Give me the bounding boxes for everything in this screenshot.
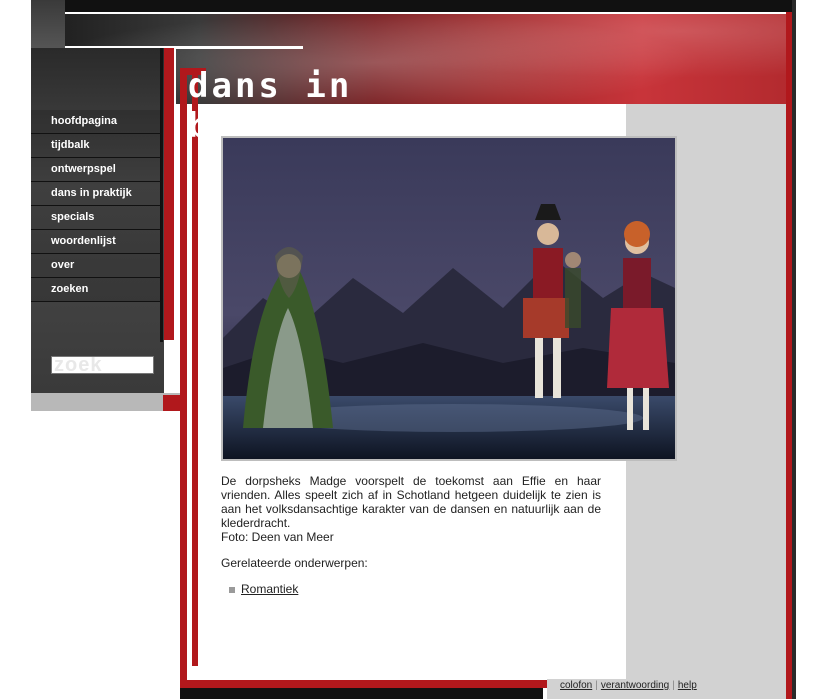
search-input[interactable]: zoek [51, 356, 154, 374]
nav-item-tijdbalk[interactable]: tijdbalk [31, 134, 161, 158]
photo-credit: Foto: Deen van Meer [221, 530, 334, 544]
nav-item-woordenlijst[interactable]: woordenlijst [31, 230, 161, 254]
sidebar-accent-bar [163, 395, 181, 411]
footer-links: colofon | verantwoording | help [560, 680, 697, 691]
sidebar-divider [174, 48, 176, 340]
sidebar-footer [31, 393, 181, 411]
sidebar-accent-bar [164, 48, 174, 340]
photo-caption: De dorpsheks Madge voorspelt de toekomst… [221, 474, 601, 530]
header-divider [63, 12, 795, 14]
footer-separator: | [595, 680, 598, 691]
nav-item-over[interactable]: over [31, 254, 161, 278]
footer-link-help[interactable]: help [678, 680, 697, 691]
nav-item-dans-in-praktijk[interactable]: dans in praktijk [31, 182, 161, 206]
footer-separator: | [672, 680, 675, 691]
bottom-border [180, 688, 543, 699]
bottom-accent-bar [180, 680, 547, 688]
bullet-icon [229, 586, 235, 593]
nav-item-zoeken[interactable]: zoeken [31, 278, 161, 302]
sidebar-top-strip [31, 0, 65, 48]
nav-item-specials[interactable]: specials [31, 206, 161, 230]
footer-link-verantwoording[interactable]: verantwoording [601, 680, 669, 691]
related-topics-heading: Gerelateerde onderwerpen: [221, 556, 368, 570]
main-nav: hoofdpagina tijdbalk ontwerpspel dans in… [31, 110, 161, 302]
nav-item-ontwerpspel[interactable]: ontwerpspel [31, 158, 161, 182]
content-frame-bar [192, 68, 198, 666]
ballet-photo [221, 136, 677, 461]
page-title: dans in beeld! [188, 66, 498, 146]
ballet-photo-image [223, 138, 675, 459]
page-title-text: dans in beeld! [188, 66, 353, 146]
footer-link-colofon[interactable]: colofon [560, 680, 592, 691]
related-topics-list: Romantiek [229, 582, 298, 596]
related-link-romantiek[interactable]: Romantiek [241, 582, 298, 596]
right-border [792, 0, 796, 699]
header-top-strip [63, 0, 795, 12]
nav-item-hoofdpagina[interactable]: hoofdpagina [31, 110, 161, 134]
content-frame-bar [180, 68, 187, 682]
